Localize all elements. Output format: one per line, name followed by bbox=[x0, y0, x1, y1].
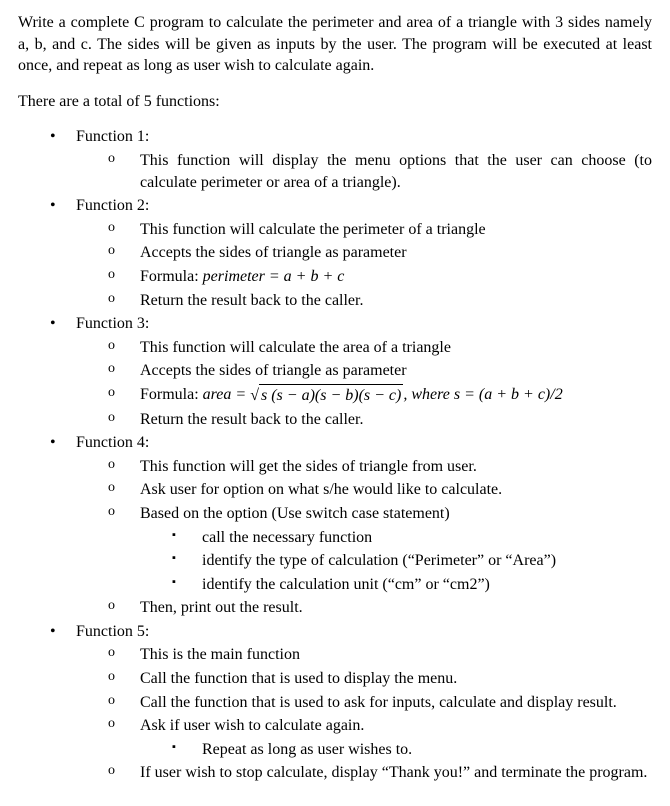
function-5-subitems: Repeat as long as user wishes to. bbox=[140, 739, 652, 761]
function-4: Function 4: This function will get the s… bbox=[18, 432, 652, 619]
formula-perimeter: perimeter = a + b + c bbox=[203, 268, 345, 285]
total-functions: There are a total of 5 functions: bbox=[18, 91, 652, 113]
formula-label: Formula: bbox=[140, 268, 203, 285]
formula-eq: = a + b + c bbox=[265, 268, 345, 285]
list-item: This function will calculate the perimet… bbox=[76, 219, 652, 241]
list-item: Based on the option (Use switch case sta… bbox=[76, 503, 652, 595]
formula-radicand: s (s − a)(s − b)(s − c) bbox=[259, 384, 403, 407]
list-item: This function will display the menu opti… bbox=[76, 150, 652, 193]
list-item: Return the result back to the caller. bbox=[76, 290, 652, 312]
function-5: Function 5: This is the main function Ca… bbox=[18, 621, 652, 784]
function-1: Function 1: This function will display t… bbox=[18, 126, 652, 193]
function-4-title: Function 4: bbox=[76, 434, 149, 451]
list-item: Call the function that is used to ask fo… bbox=[76, 692, 652, 714]
sqrt-icon: √s (s − a)(s − b)(s − c) bbox=[250, 384, 403, 407]
formula-eq-pre: = bbox=[231, 386, 250, 403]
functions-list: Function 1: This function will display t… bbox=[18, 126, 652, 784]
list-item: Formula: area = √s (s − a)(s − b)(s − c)… bbox=[76, 384, 652, 407]
list-item: Accepts the sides of triangle as paramet… bbox=[76, 360, 652, 382]
list-item: Ask user for option on what s/he would l… bbox=[76, 479, 652, 501]
list-item: Call the function that is used to displa… bbox=[76, 668, 652, 690]
list-item: Ask if user wish to calculate again. Rep… bbox=[76, 715, 652, 760]
list-item: This is the main function bbox=[76, 644, 652, 666]
function-2-items: This function will calculate the perimet… bbox=[76, 219, 652, 311]
intro-paragraph: Write a complete C program to calculate … bbox=[18, 12, 652, 77]
list-item: This function will calculate the area of… bbox=[76, 337, 652, 359]
list-item: If user wish to stop calculate, display … bbox=[76, 762, 652, 784]
list-item: Repeat as long as user wishes to. bbox=[140, 739, 652, 761]
formula-area: area = √s (s − a)(s − b)(s − c), where s… bbox=[203, 386, 563, 403]
function-3: Function 3: This function will calculate… bbox=[18, 313, 652, 430]
function-2: Function 2: This function will calculate… bbox=[18, 195, 652, 311]
function-5-items: This is the main function Call the funct… bbox=[76, 644, 652, 784]
list-item: This function will get the sides of tria… bbox=[76, 456, 652, 478]
list-item: call the necessary function bbox=[140, 527, 652, 549]
list-item: Formula: perimeter = a + b + c bbox=[76, 266, 652, 288]
list-item-text: Ask if user wish to calculate again. bbox=[140, 717, 364, 734]
list-item-text: Based on the option (Use switch case sta… bbox=[140, 505, 450, 522]
formula-word: area bbox=[203, 386, 232, 403]
function-4-items: This function will get the sides of tria… bbox=[76, 456, 652, 619]
formula-where: , where s = (a + b + c)/2 bbox=[403, 386, 562, 403]
function-3-title: Function 3: bbox=[76, 315, 149, 332]
formula-word: perimeter bbox=[203, 268, 265, 285]
list-item: identify the type of calculation (“Perim… bbox=[140, 550, 652, 572]
function-2-title: Function 2: bbox=[76, 197, 149, 214]
formula-label: Formula: bbox=[140, 386, 203, 403]
function-1-items: This function will display the menu opti… bbox=[76, 150, 652, 193]
function-4-subitems: call the necessary function identify the… bbox=[140, 527, 652, 596]
list-item: Accepts the sides of triangle as paramet… bbox=[76, 242, 652, 264]
function-3-items: This function will calculate the area of… bbox=[76, 337, 652, 430]
list-item: Then, print out the result. bbox=[76, 597, 652, 619]
function-5-title: Function 5: bbox=[76, 623, 149, 640]
list-item: identify the calculation unit (“cm” or “… bbox=[140, 574, 652, 596]
function-1-title: Function 1: bbox=[76, 128, 149, 145]
list-item: Return the result back to the caller. bbox=[76, 409, 652, 431]
